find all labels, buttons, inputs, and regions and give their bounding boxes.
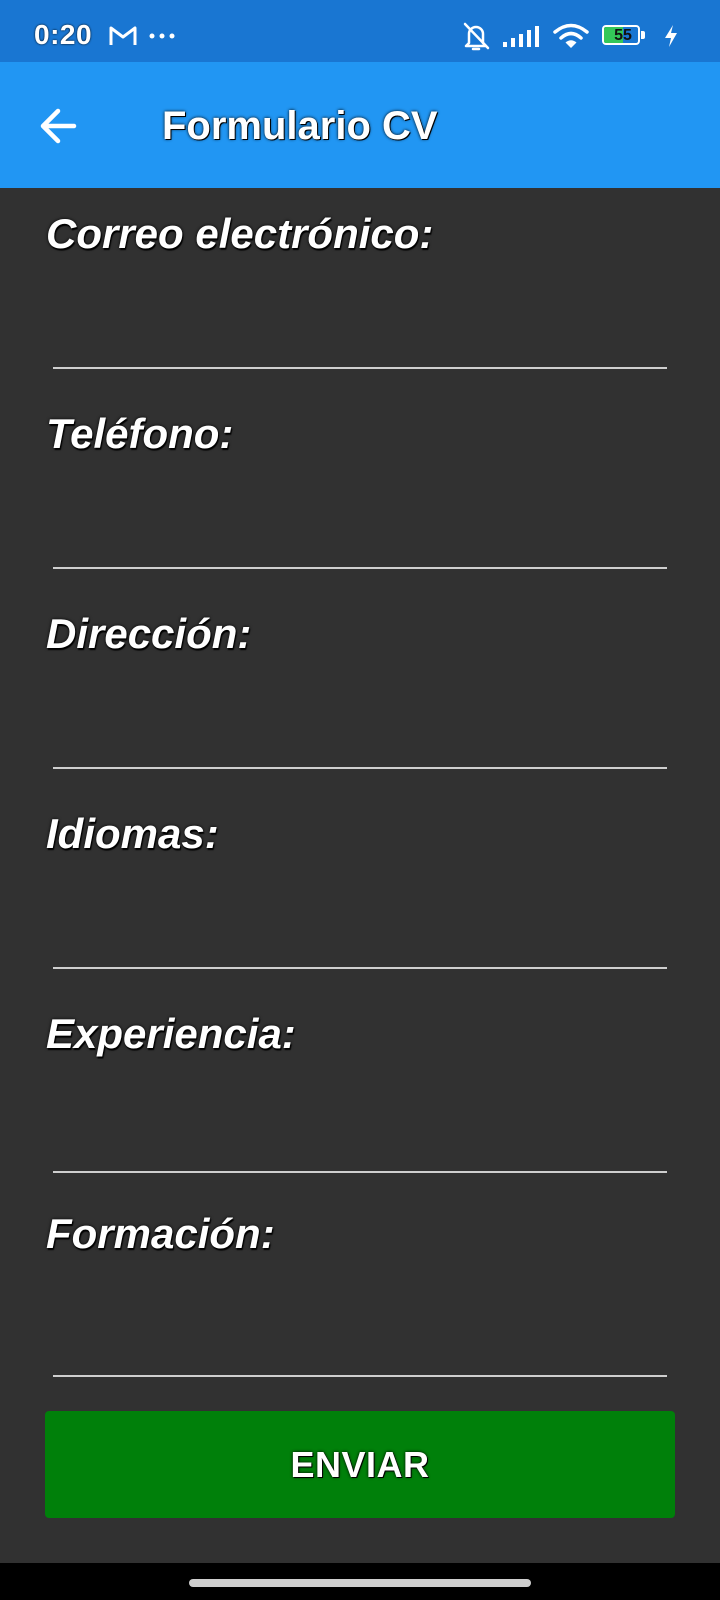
email-field[interactable] — [53, 309, 667, 369]
experience-field[interactable] — [53, 1113, 667, 1173]
arrow-left-icon — [40, 108, 77, 144]
submit-button[interactable]: ENVIAR — [45, 1411, 675, 1518]
home-indicator[interactable] — [189, 1579, 531, 1587]
wifi-icon — [553, 23, 589, 48]
battery-level: 55 — [614, 27, 632, 44]
email-label: Correo electrónico: — [46, 210, 434, 257]
charging-icon — [665, 25, 677, 47]
phone-label: Teléfono: — [46, 410, 234, 457]
status-time: 0:20 — [34, 19, 93, 50]
back-button[interactable] — [30, 96, 90, 156]
education-label: Formación: — [46, 1210, 275, 1257]
phone-field[interactable] — [53, 509, 667, 569]
app-bar: Formulario CV — [0, 62, 720, 188]
page-title: Formulario CV — [162, 104, 438, 148]
bell-off-icon — [463, 22, 490, 51]
more-dots-icon — [149, 33, 175, 39]
address-field[interactable] — [53, 709, 667, 769]
experience-label: Experiencia: — [46, 1010, 296, 1057]
signal-icon — [503, 26, 539, 47]
status-bar: 0:20 55 — [0, 0, 720, 62]
languages-field[interactable] — [53, 909, 667, 969]
languages-label: Idiomas: — [46, 810, 219, 857]
address-label: Dirección: — [46, 610, 252, 657]
education-field[interactable] — [53, 1317, 667, 1377]
navigation-bar — [0, 1563, 720, 1600]
gmail-icon — [109, 26, 137, 45]
battery-icon: 55 — [602, 25, 646, 47]
